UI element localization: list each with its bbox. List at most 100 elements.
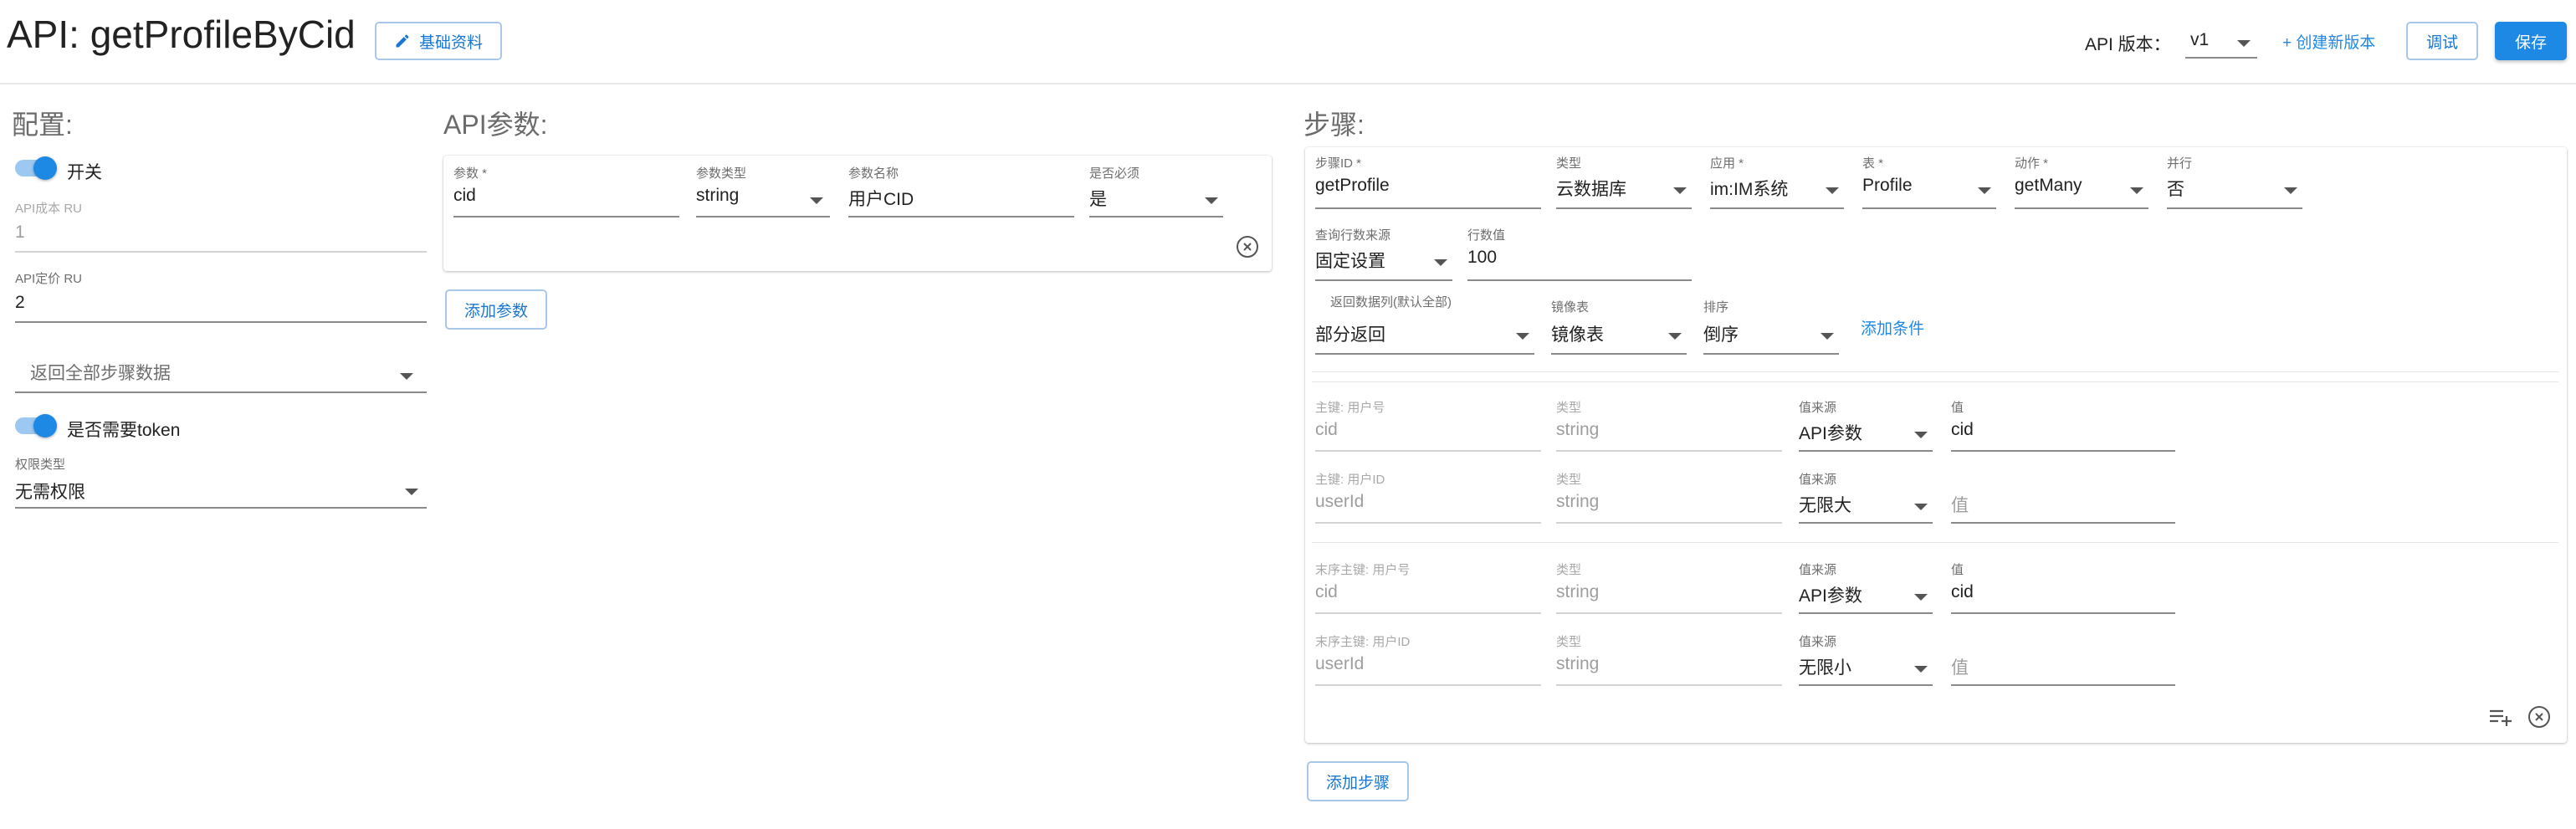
api-price-field[interactable]: API定价 RU 2 xyxy=(15,269,427,325)
return-cols-select[interactable]: 返回数据列(默认全部) 部分返回 xyxy=(1315,293,1534,356)
api-price-label: API定价 RU xyxy=(15,272,83,286)
chevron-down-icon xyxy=(1516,333,1529,340)
param-field[interactable]: 参数 * cid xyxy=(453,164,679,221)
switch-toggle[interactable]: 开关 xyxy=(15,156,115,182)
debug-label: 调试 xyxy=(2425,33,2458,52)
condition-type-value: string xyxy=(1556,420,1600,439)
add-param-button[interactable]: 添加参数 xyxy=(445,289,547,330)
condition-value-field[interactable]: 值 xyxy=(1951,470,2175,527)
api-version-select[interactable]: v1 xyxy=(2185,22,2257,60)
condition-source-select[interactable]: 值来源 无限大 xyxy=(1799,470,1933,527)
condition-value-field[interactable]: 值 xyxy=(1951,632,2175,689)
step-app-select[interactable]: 应用 * im:IM系统 xyxy=(1710,154,1844,211)
save-button[interactable]: 保存 xyxy=(2495,22,2567,60)
condition-source-underline xyxy=(1799,450,1933,452)
sort-label: 排序 xyxy=(1703,300,1729,315)
mirror-select[interactable]: 镜像表 镜像表 xyxy=(1551,298,1687,356)
condition-value-placeholder: 值 xyxy=(1951,496,1969,515)
api-cost-value: 1 xyxy=(15,223,25,242)
condition-type-value: string xyxy=(1556,492,1600,511)
pencil-icon xyxy=(394,33,411,49)
token-knob xyxy=(33,414,57,438)
step-app-underline xyxy=(1710,207,1844,209)
step-type-select[interactable]: 类型 云数据库 xyxy=(1556,154,1692,211)
condition-key-field: 主键: 用户ID userId xyxy=(1315,470,1541,527)
switch-knob xyxy=(33,156,57,180)
required-select[interactable]: 是否必须 是 xyxy=(1089,164,1223,221)
step-action-label: 动作 * xyxy=(2015,156,2049,171)
permission-underline xyxy=(15,507,427,509)
add-condition-link[interactable]: 添加条件 xyxy=(1861,316,1924,339)
create-version-link[interactable]: + 创建新版本 xyxy=(2282,30,2375,53)
condition-source-value: API参数 xyxy=(1799,586,1862,606)
condition-source-value: API参数 xyxy=(1799,424,1862,443)
condition-key-underline xyxy=(1315,450,1541,452)
condition-type-label: 类型 xyxy=(1556,563,1582,577)
condition-key-underline xyxy=(1315,612,1541,614)
step-table-select[interactable]: 表 * Profile xyxy=(1862,154,1996,211)
remove-step-icon[interactable] xyxy=(2528,706,2550,728)
token-label: 是否需要token xyxy=(67,421,181,440)
condition-key-value: cid xyxy=(1315,582,1338,601)
step-type-label: 类型 xyxy=(1556,156,1582,171)
param-type-label: 参数类型 xyxy=(696,166,747,181)
condition-source-select[interactable]: 值来源 API参数 xyxy=(1799,398,1933,455)
condition-key-underline xyxy=(1315,522,1541,524)
chevron-down-icon xyxy=(1914,504,1928,510)
condition-source-select[interactable]: 值来源 API参数 xyxy=(1799,560,1933,617)
step-parallel-label: 并行 xyxy=(2167,156,2193,171)
condition-value-underline xyxy=(1951,522,2175,524)
step-action-underline xyxy=(2015,207,2148,209)
condition-source-underline xyxy=(1799,612,1933,614)
condition-type-value: string xyxy=(1556,654,1600,673)
param-name-field[interactable]: 参数名称 用户CID xyxy=(848,164,1074,221)
sort-value: 倒序 xyxy=(1703,325,1739,345)
debug-button[interactable]: 调试 xyxy=(2406,22,2478,60)
add-step-label: 添加步骤 xyxy=(1325,774,1390,792)
param-type-value: string xyxy=(696,186,740,205)
required-underline xyxy=(1089,216,1223,217)
row-source-underline xyxy=(1315,279,1452,281)
row-count-field[interactable]: 行数值 100 xyxy=(1467,226,1692,283)
api-version-label: API 版本： xyxy=(2085,35,2171,54)
step-parallel-underline xyxy=(2167,207,2302,209)
config-title: 配置: xyxy=(12,110,73,140)
step-action-select[interactable]: 动作 * getMany xyxy=(2015,154,2148,211)
condition-value-field[interactable]: 值 cid xyxy=(1951,398,2175,455)
condition-type-underline xyxy=(1556,450,1782,452)
token-toggle[interactable]: 是否需要token xyxy=(15,413,233,440)
remove-param-icon[interactable] xyxy=(1237,236,1258,258)
chevron-down-icon xyxy=(1434,259,1447,266)
row-count-underline xyxy=(1467,279,1692,281)
row-source-select[interactable]: 查询行数来源 固定设置 xyxy=(1315,226,1452,283)
sort-underline xyxy=(1703,353,1839,355)
basic-info-label: 基础资料 xyxy=(418,33,483,52)
condition-value-field[interactable]: 值 cid xyxy=(1951,560,2175,617)
playlist-add-icon[interactable] xyxy=(2488,706,2513,728)
chevron-down-icon xyxy=(1673,187,1687,194)
condition-source-select[interactable]: 值来源 无限小 xyxy=(1799,632,1933,689)
row-count-label: 行数值 xyxy=(1467,228,1506,243)
condition-source-label: 值来源 xyxy=(1799,635,1837,649)
api-version-value: v1 xyxy=(2190,30,2210,49)
condition-source-underline xyxy=(1799,684,1933,686)
step-id-field[interactable]: 步骤ID * getProfile xyxy=(1315,154,1541,211)
condition-type-value: string xyxy=(1556,582,1600,601)
chevron-down-icon xyxy=(2130,187,2143,194)
sort-select[interactable]: 排序 倒序 xyxy=(1703,298,1839,356)
basic-info-button[interactable]: 基础资料 xyxy=(375,22,502,60)
param-type-select[interactable]: 参数类型 string xyxy=(696,164,830,221)
return-data-select[interactable]: 返回全部步骤数据 xyxy=(15,353,427,395)
condition-source-underline xyxy=(1799,522,1933,524)
condition-value-value: cid xyxy=(1951,582,1974,601)
chevron-down-icon xyxy=(1668,333,1682,340)
condition-source-value: 无限大 xyxy=(1799,496,1851,515)
step-parallel-select[interactable]: 并行 否 xyxy=(2167,154,2302,211)
condition-key-underline xyxy=(1315,684,1541,686)
condition-source-label: 值来源 xyxy=(1799,473,1837,487)
permission-select[interactable]: 权限类型 无需权限 xyxy=(15,455,427,510)
step-app-label: 应用 * xyxy=(1710,156,1744,171)
add-step-button[interactable]: 添加步骤 xyxy=(1307,761,1409,801)
condition-value-placeholder: 值 xyxy=(1951,658,1969,678)
param-underline xyxy=(453,216,679,217)
